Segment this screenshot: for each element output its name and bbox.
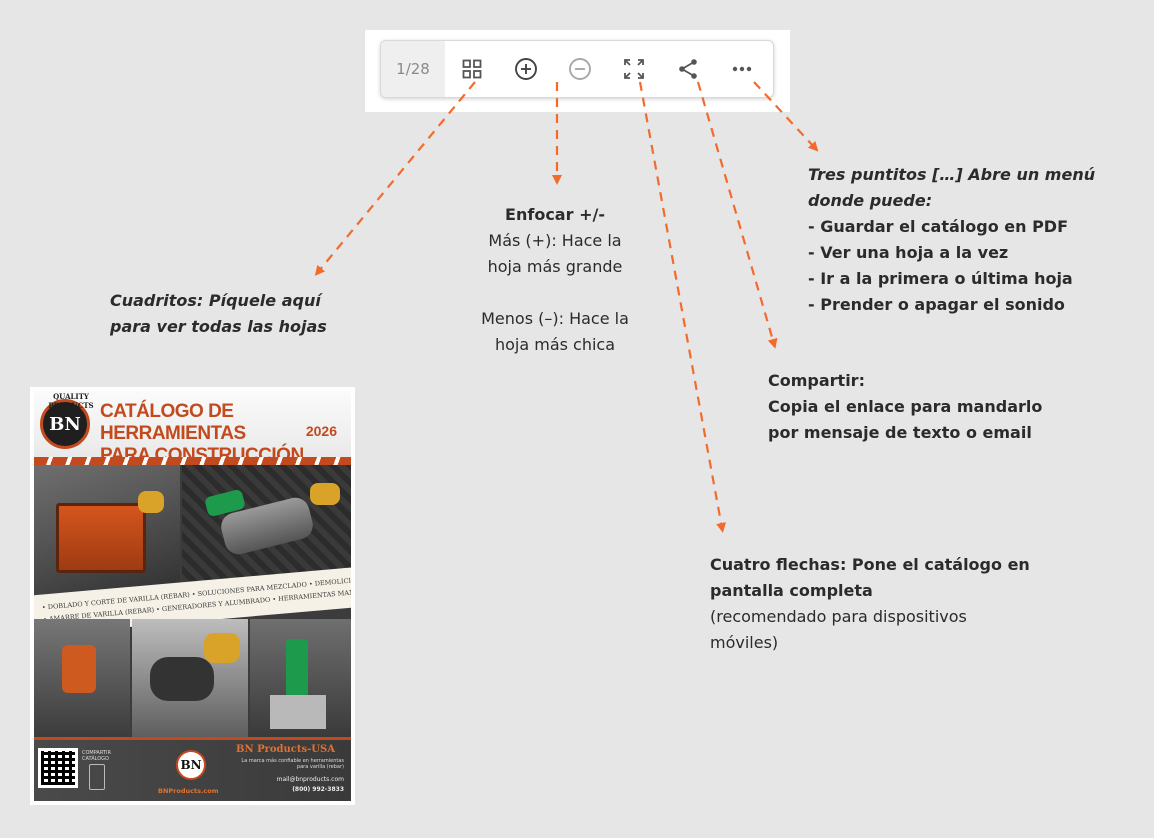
note-more-menu: Tres puntitos […] Abre un menú donde pue…: [808, 162, 1095, 318]
cover-year: 2026: [305, 423, 337, 439]
logo-letters: BN: [49, 413, 81, 435]
note-line: móviles): [710, 633, 779, 652]
note-line: Menos (–): Hace la: [481, 309, 629, 328]
note-list-item: - Ver una hoja a la vez: [808, 243, 1009, 262]
qr-code: [38, 748, 78, 788]
cover-brand: BN Products-USA: [236, 744, 335, 755]
cover-title-line: CATÁLOGO DE HERRAMIENTAS: [100, 401, 246, 444]
note-line: Copia el enlace para mandarlo: [768, 397, 1043, 416]
cover-tagline: La marca más confiable en herramientas p…: [241, 758, 344, 770]
catalog-cover[interactable]: QUALITY PRODUCTS BN CATÁLOGO DE HERRAMIE…: [30, 387, 355, 805]
note-grid-view: Cuadritos: Píquele aquí para ver todas l…: [110, 288, 327, 340]
photo-rebar-tier: [34, 619, 130, 737]
note-line: hoja más chica: [494, 335, 616, 354]
note-line: Cuadritos: Píquele aquí: [110, 291, 321, 310]
catalog-cover-page: QUALITY PRODUCTS BN CATÁLOGO DE HERRAMIE…: [34, 391, 351, 801]
note-zoom-title: Enfocar +/-: [505, 205, 605, 224]
note-fullscreen: Cuatro flechas: Pone el catálogo en pant…: [710, 552, 1030, 656]
note-line: donde puede:: [808, 191, 933, 210]
note-line: hoja más grande: [487, 257, 623, 276]
phone-icon: [89, 764, 105, 790]
arrow-share: [696, 81, 778, 349]
photo-portable-cutter: [132, 619, 248, 737]
note-line: por mensaje de texto o email: [768, 423, 1032, 442]
cover-phone-number: (800) 992-3833: [292, 786, 344, 793]
bn-badge: BN: [176, 750, 206, 780]
note-list-item: - Prender o apagar el sonido: [808, 295, 1065, 314]
cover-header: QUALITY PRODUCTS BN CATÁLOGO DE HERRAMIE…: [34, 391, 351, 466]
cover-website: BNProducts.com: [158, 787, 219, 795]
note-line: para ver todas las hojas: [110, 317, 327, 336]
note-line: Tres puntitos […] Abre un menú: [808, 165, 1096, 184]
qr-label: COMPARTIR CATÁLOGO: [82, 750, 111, 762]
note-line: pantalla completa: [710, 581, 873, 600]
cover-stripe: [34, 457, 351, 465]
arrow-more: [753, 81, 819, 152]
note-line: Cuatro flechas: Pone el catálogo en: [710, 555, 1030, 574]
note-share: Compartir: Copia el enlace para mandarlo…: [768, 368, 1042, 446]
note-line: Compartir:: [768, 371, 865, 390]
photo-rebar-bender: [34, 465, 180, 599]
note-list-item: - Guardar el catálogo en PDF: [808, 217, 1069, 236]
note-line: (recomendado para dispositivos: [710, 607, 967, 626]
note-line: Más (+): Hace la: [488, 231, 622, 250]
note-zoom: Enfocar +/- Más (+): Hace la hoja más gr…: [440, 202, 670, 358]
cover-footer: COMPARTIR CATÁLOGO BN BNProducts.com BN …: [34, 737, 351, 801]
logo-ring-text: QUALITY PRODUCTS: [48, 392, 94, 410]
note-list-item: - Ir a la primera o última hoja: [808, 269, 1073, 288]
photo-demolition: [250, 619, 351, 737]
cover-email: mail@bnproducts.com: [276, 776, 344, 783]
bn-logo: QUALITY PRODUCTS BN: [40, 392, 94, 449]
